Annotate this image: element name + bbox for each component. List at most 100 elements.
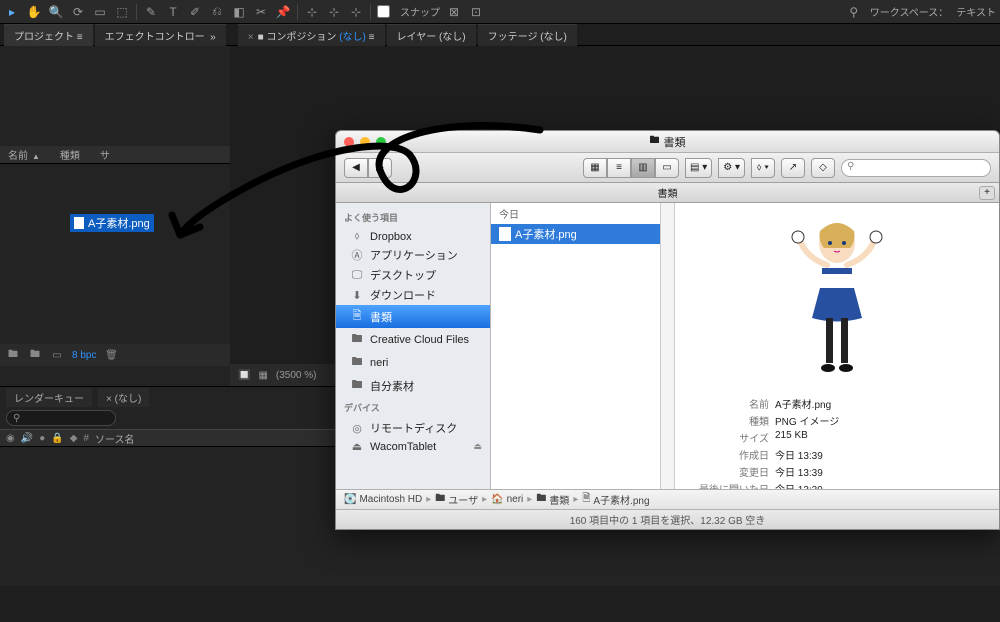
tab-render-queue[interactable]: レンダーキュー	[6, 388, 92, 407]
pathbar-item[interactable]: 💽 Macintosh HD	[344, 494, 422, 505]
sidebar-item-downloads[interactable]: ⬇ダウンロード	[336, 285, 490, 305]
list-view-button[interactable]: ≡	[607, 158, 631, 178]
meta-kind-v: PNG イメージ	[775, 413, 839, 428]
zoom-value[interactable]: (3500 %)	[276, 370, 317, 381]
magnify-icon[interactable]: 🔲	[238, 370, 250, 381]
finder-column-1: 今日 A子素材.png	[491, 203, 661, 489]
puppet-tool-icon[interactable]: 📌	[275, 4, 291, 20]
finder-titlebar[interactable]: 🖿 書類	[336, 131, 999, 153]
tab-composition[interactable]: ×■ コンポジション (なし) ≡	[238, 24, 385, 46]
ae-panel-tabs: プロジェクト ≡ エフェクトコントロー » ×■ コンポジション (なし) ≡ …	[0, 24, 1000, 46]
axis-icon-2[interactable]: ⊹	[326, 4, 342, 20]
new-tab-button[interactable]: +	[979, 186, 995, 200]
lock-icon[interactable]: 🔒	[51, 433, 63, 444]
search-input[interactable]	[841, 159, 991, 177]
col-name[interactable]: 名前▲	[8, 147, 40, 162]
sidebar-item-desktop[interactable]: 🖵デスクトップ	[336, 265, 490, 285]
eject-icon[interactable]: ⏏	[473, 441, 482, 452]
eraser-tool-icon[interactable]: ◧	[231, 4, 247, 20]
pen-tool-icon[interactable]: ✎	[143, 4, 159, 20]
close-button[interactable]	[344, 137, 354, 147]
project-content[interactable]: A子素材.png	[0, 164, 230, 344]
snap-checkbox[interactable]	[377, 5, 390, 18]
hand-tool-icon[interactable]: ✋	[26, 4, 42, 20]
folder-icon: 🖿	[350, 353, 364, 372]
finder-toolbar: ◀ ▶ ▦ ≡ ▥ ▭ ▤ ▾ ⚙ ▾ ⬨ ▾ ↗ ◇ ⚲	[336, 153, 999, 183]
trash-icon[interactable]: 🗑	[104, 348, 118, 362]
meta-name-k: 名前	[685, 396, 775, 411]
column-resize[interactable]	[661, 203, 675, 489]
tags-button[interactable]: ◇	[811, 158, 835, 178]
selection-tool-icon[interactable]: ▸	[4, 4, 20, 20]
sidebar-item-own[interactable]: 🖿自分素材	[336, 374, 490, 397]
sidebar-item-cc[interactable]: 🖿Creative Cloud Files	[336, 328, 490, 351]
bpc-indicator[interactable]: 8 bpc	[72, 350, 96, 361]
interpret-icon[interactable]: 🖿	[6, 348, 20, 362]
dropbox-button[interactable]: ⬨ ▾	[751, 158, 775, 178]
axis-icon[interactable]: ⊹	[304, 4, 320, 20]
tab-effect-controls[interactable]: エフェクトコントロー »	[95, 24, 226, 46]
finder-tab[interactable]: 書類	[658, 185, 678, 200]
label-icon[interactable]: ◆	[70, 433, 78, 444]
audio-icon[interactable]: 🔊	[21, 433, 33, 444]
column-view-button[interactable]: ▥	[631, 158, 655, 178]
axis-icon-3[interactable]: ⊹	[348, 4, 364, 20]
search-icon[interactable]: ⚲	[846, 4, 862, 20]
pathbar-item[interactable]: 🗎 A子素材.png	[582, 491, 649, 508]
pathbar-item[interactable]: 🖿 書類	[536, 491, 569, 508]
window-controls	[344, 137, 386, 147]
file-name-label: A子素材.png	[515, 226, 577, 242]
back-button[interactable]: ◀	[344, 158, 368, 178]
tab-footage[interactable]: フッテージ (なし)	[478, 24, 577, 46]
sidebar-item-neri[interactable]: 🖿neri	[336, 351, 490, 374]
project-footer: 🖿 🖿 ▭ 8 bpc 🗑	[0, 344, 230, 366]
snap-label: スナップ	[400, 4, 440, 19]
eye-icon[interactable]: ◉	[6, 433, 15, 444]
sidebar-item-dropbox[interactable]: ⬨Dropbox	[336, 228, 490, 245]
forward-button[interactable]: ▶	[368, 158, 392, 178]
roto-tool-icon[interactable]: ✂	[253, 4, 269, 20]
icon-view-button[interactable]: ▦	[583, 158, 607, 178]
favorites-label: よく使う項目	[336, 207, 490, 228]
rotate-tool-icon[interactable]: ⟳	[70, 4, 86, 20]
col-size[interactable]: サ	[100, 147, 110, 162]
finder-pathbar: 💽 Macintosh HD▸ 🖿 ユーザ▸ 🏠 neri▸ 🖿 書類▸ 🗎 A…	[336, 489, 999, 509]
snap-option2-icon[interactable]: ⊡	[468, 4, 484, 20]
new-folder-icon[interactable]: 🖿	[28, 348, 42, 362]
minimize-button[interactable]	[360, 137, 370, 147]
coverflow-view-button[interactable]: ▭	[655, 158, 679, 178]
folder-icon: 🖿	[650, 133, 660, 150]
new-comp-icon[interactable]: ▭	[50, 348, 64, 362]
action-button[interactable]: ⚙ ▾	[718, 158, 745, 178]
camera-tool-icon[interactable]: ▭	[92, 4, 108, 20]
source-name-col[interactable]: ソース名	[95, 431, 135, 446]
timeline-search-input[interactable]: ⚲	[6, 410, 116, 426]
grid-icon[interactable]: ▦	[258, 370, 267, 381]
zoom-button[interactable]	[376, 137, 386, 147]
arrange-button[interactable]: ▤ ▾	[685, 158, 712, 178]
text-tool-icon[interactable]: T	[165, 4, 181, 20]
workspace-value[interactable]: テキスト	[956, 4, 996, 19]
project-file-item[interactable]: A子素材.png	[70, 214, 154, 232]
behind-tool-icon[interactable]: ⬚	[114, 4, 130, 20]
pathbar-item[interactable]: 🖿 ユーザ	[435, 491, 478, 508]
tab-layer[interactable]: レイヤー (なし)	[387, 24, 476, 46]
drive-icon: ⏏	[350, 440, 364, 453]
sidebar-item-applications[interactable]: Ⓐアプリケーション	[336, 245, 490, 265]
solo-icon[interactable]: ●	[39, 433, 45, 444]
snap-option-icon[interactable]: ⊠	[446, 4, 462, 20]
sidebar-item-documents[interactable]: 🗎書類	[336, 305, 490, 328]
sidebar-item-remote[interactable]: ◎リモートディスク	[336, 418, 490, 438]
tab-project[interactable]: プロジェクト ≡	[4, 24, 93, 46]
pathbar-item[interactable]: 🏠 neri	[491, 494, 523, 505]
clone-tool-icon[interactable]: ⎌	[209, 4, 225, 20]
sidebar-item-wacom[interactable]: ⏏WacomTablet⏏	[336, 438, 490, 455]
finder-statusbar: 160 項目中の 1 項目を選択、12.32 GB 空き	[336, 509, 999, 529]
share-button[interactable]: ↗	[781, 158, 805, 178]
tab-timeline-none[interactable]: × (なし)	[98, 388, 149, 407]
preview-image	[777, 213, 897, 383]
file-row[interactable]: A子素材.png	[491, 224, 660, 244]
col-type[interactable]: 種類	[60, 147, 80, 162]
zoom-tool-icon[interactable]: 🔍	[48, 4, 64, 20]
brush-tool-icon[interactable]: ✐	[187, 4, 203, 20]
